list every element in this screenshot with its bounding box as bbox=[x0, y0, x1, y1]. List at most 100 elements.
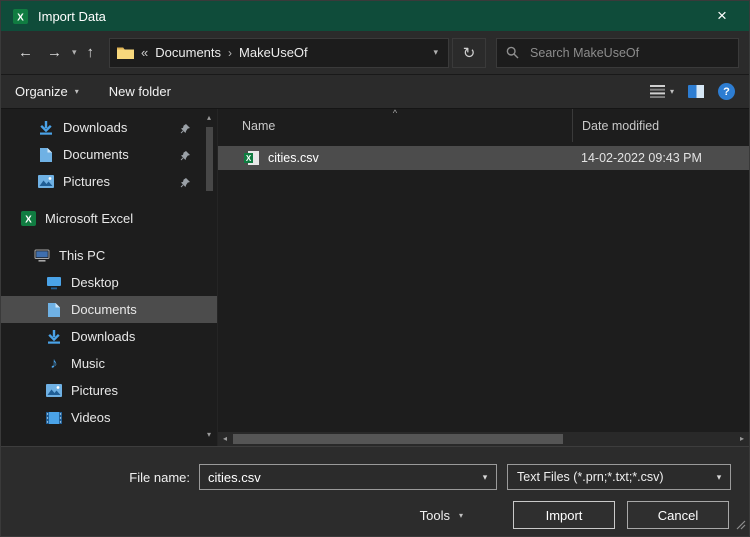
window-title: Import Data bbox=[38, 9, 106, 24]
sidebar-item-videos[interactable]: Videos bbox=[1, 404, 217, 431]
organize-button[interactable]: Organize ▾ bbox=[15, 84, 79, 99]
forward-icon[interactable]: → bbox=[40, 38, 69, 68]
search-box[interactable] bbox=[496, 38, 739, 68]
documents-icon bbox=[45, 302, 63, 318]
file-list: ^ Name Date modified X cities.csv 14-02-… bbox=[217, 109, 749, 446]
navigation-pane: Downloads Documents Pictures bbox=[1, 109, 217, 446]
this-pc-icon bbox=[33, 249, 51, 263]
change-view-button[interactable]: ▾ bbox=[650, 85, 674, 98]
tools-button[interactable]: Tools ▾ bbox=[420, 508, 463, 523]
toolbar-right-group: ▾ ? bbox=[650, 83, 735, 100]
close-icon[interactable]: × bbox=[705, 1, 739, 31]
sidebar-scrollbar[interactable]: ▴ ▾ bbox=[203, 113, 215, 442]
sidebar-item-desktop[interactable]: Desktop bbox=[1, 269, 217, 296]
search-input[interactable] bbox=[528, 45, 729, 61]
up-icon[interactable]: ↑ bbox=[80, 38, 102, 68]
file-date-cell: 14-02-2022 09:43 PM bbox=[572, 151, 749, 165]
sidebar-item-label: Documents bbox=[63, 147, 129, 162]
column-date-label: Date modified bbox=[582, 119, 659, 133]
column-header-date-modified[interactable]: Date modified bbox=[572, 109, 749, 142]
tools-label: Tools bbox=[420, 508, 450, 523]
new-folder-button[interactable]: New folder bbox=[109, 84, 171, 99]
sidebar-item-downloads-quick[interactable]: Downloads bbox=[1, 114, 217, 141]
recent-locations-chevron-icon[interactable]: ▾ bbox=[69, 47, 80, 58]
scroll-down-icon[interactable]: ▾ bbox=[207, 430, 211, 442]
back-icon[interactable]: ← bbox=[11, 38, 40, 68]
pictures-icon bbox=[45, 384, 63, 397]
refresh-button[interactable]: ↻ bbox=[452, 38, 486, 68]
downloads-icon bbox=[45, 329, 63, 345]
horizontal-scrollbar-thumb[interactable] bbox=[233, 434, 563, 444]
main-area: Downloads Documents Pictures bbox=[1, 109, 749, 446]
address-dropdown-chevron-icon[interactable]: ▾ bbox=[431, 47, 442, 58]
sidebar-item-label: Downloads bbox=[63, 120, 127, 135]
pictures-icon bbox=[37, 175, 55, 188]
pin-icon bbox=[180, 122, 191, 137]
sidebar-item-label: Downloads bbox=[71, 329, 135, 344]
dialog-footer: File name: ▾ Text Files (*.prn;*.txt;*.c… bbox=[1, 446, 749, 536]
file-name-input[interactable] bbox=[200, 470, 474, 485]
file-name-row: File name: ▾ Text Files (*.prn;*.txt;*.c… bbox=[1, 464, 749, 490]
breadcrumb-separator-icon: › bbox=[228, 46, 232, 60]
breadcrumb-overflow-icon[interactable]: « bbox=[141, 45, 148, 60]
import-button[interactable]: Import bbox=[513, 501, 615, 529]
svg-text:X: X bbox=[245, 154, 251, 163]
search-icon bbox=[506, 46, 519, 59]
music-icon: ♪ bbox=[45, 356, 63, 371]
file-type-combobox[interactable]: Text Files (*.prn;*.txt;*.csv) ▾ bbox=[507, 464, 731, 490]
desktop-icon bbox=[45, 276, 63, 290]
preview-pane-button[interactable] bbox=[688, 85, 704, 98]
videos-icon bbox=[45, 412, 63, 424]
sidebar-item-pictures-quick[interactable]: Pictures bbox=[1, 168, 217, 195]
organize-chevron-icon: ▾ bbox=[75, 87, 79, 96]
sidebar-item-label: Music bbox=[71, 356, 105, 371]
file-type-value: Text Files (*.prn;*.txt;*.csv) bbox=[517, 470, 708, 484]
titlebar: X Import Data × bbox=[1, 1, 749, 31]
pin-icon bbox=[180, 149, 191, 164]
pin-icon bbox=[180, 176, 191, 191]
scroll-right-icon[interactable]: ▸ bbox=[735, 434, 749, 444]
sidebar-scrollbar-thumb[interactable] bbox=[206, 127, 213, 191]
file-row-cities-csv[interactable]: X cities.csv 14-02-2022 09:43 PM bbox=[218, 146, 749, 170]
csv-file-icon: X bbox=[242, 151, 260, 165]
sidebar-item-label: Pictures bbox=[71, 383, 118, 398]
downloads-icon bbox=[37, 120, 55, 136]
sidebar-item-microsoft-excel[interactable]: X Microsoft Excel bbox=[1, 205, 217, 232]
command-toolbar: Organize ▾ New folder ▾ ? bbox=[1, 75, 749, 109]
file-name-label: File name: bbox=[1, 470, 199, 485]
breadcrumb-makeuseof[interactable]: MakeUseOf bbox=[239, 45, 308, 60]
sidebar-item-pictures[interactable]: Pictures bbox=[1, 377, 217, 404]
documents-icon bbox=[37, 147, 55, 163]
sidebar-item-documents-quick[interactable]: Documents bbox=[1, 141, 217, 168]
file-type-chevron-icon[interactable]: ▾ bbox=[708, 472, 730, 483]
sidebar-item-label: Documents bbox=[71, 302, 137, 317]
resize-grip[interactable] bbox=[735, 518, 746, 533]
sidebar-item-music[interactable]: ♪ Music bbox=[1, 350, 217, 377]
new-folder-label: New folder bbox=[109, 84, 171, 99]
address-bar[interactable]: « Documents › MakeUseOf ▾ bbox=[109, 38, 449, 68]
scroll-left-icon[interactable]: ◂ bbox=[218, 434, 232, 444]
preview-pane-icon bbox=[688, 85, 704, 98]
scroll-up-icon[interactable]: ▴ bbox=[207, 113, 211, 125]
refresh-icon: ↻ bbox=[463, 44, 476, 62]
horizontal-scrollbar[interactable]: ◂ ▸ bbox=[218, 432, 749, 446]
excel-icon: X bbox=[19, 211, 37, 226]
sidebar-item-label: This PC bbox=[59, 248, 105, 263]
sort-ascending-icon: ^ bbox=[393, 109, 397, 118]
cancel-button[interactable]: Cancel bbox=[627, 501, 729, 529]
file-name-combobox[interactable]: ▾ bbox=[199, 464, 497, 490]
sidebar-item-label: Pictures bbox=[63, 174, 110, 189]
column-header-name[interactable]: ^ Name bbox=[218, 109, 572, 142]
file-name-cell: X cities.csv bbox=[218, 151, 572, 165]
button-row: Tools ▾ Import Cancel bbox=[1, 501, 749, 529]
sidebar-item-downloads[interactable]: Downloads bbox=[1, 323, 217, 350]
sidebar-item-this-pc[interactable]: This PC bbox=[1, 242, 217, 269]
help-button[interactable]: ? bbox=[718, 83, 735, 100]
sidebar-item-documents[interactable]: Documents bbox=[1, 296, 217, 323]
svg-text:X: X bbox=[17, 12, 24, 23]
breadcrumb-documents[interactable]: Documents bbox=[155, 45, 221, 60]
tools-chevron-icon: ▾ bbox=[459, 511, 463, 520]
excel-app-icon: X bbox=[11, 9, 29, 24]
file-name-text: cities.csv bbox=[268, 151, 319, 165]
file-name-chevron-icon[interactable]: ▾ bbox=[474, 472, 496, 483]
